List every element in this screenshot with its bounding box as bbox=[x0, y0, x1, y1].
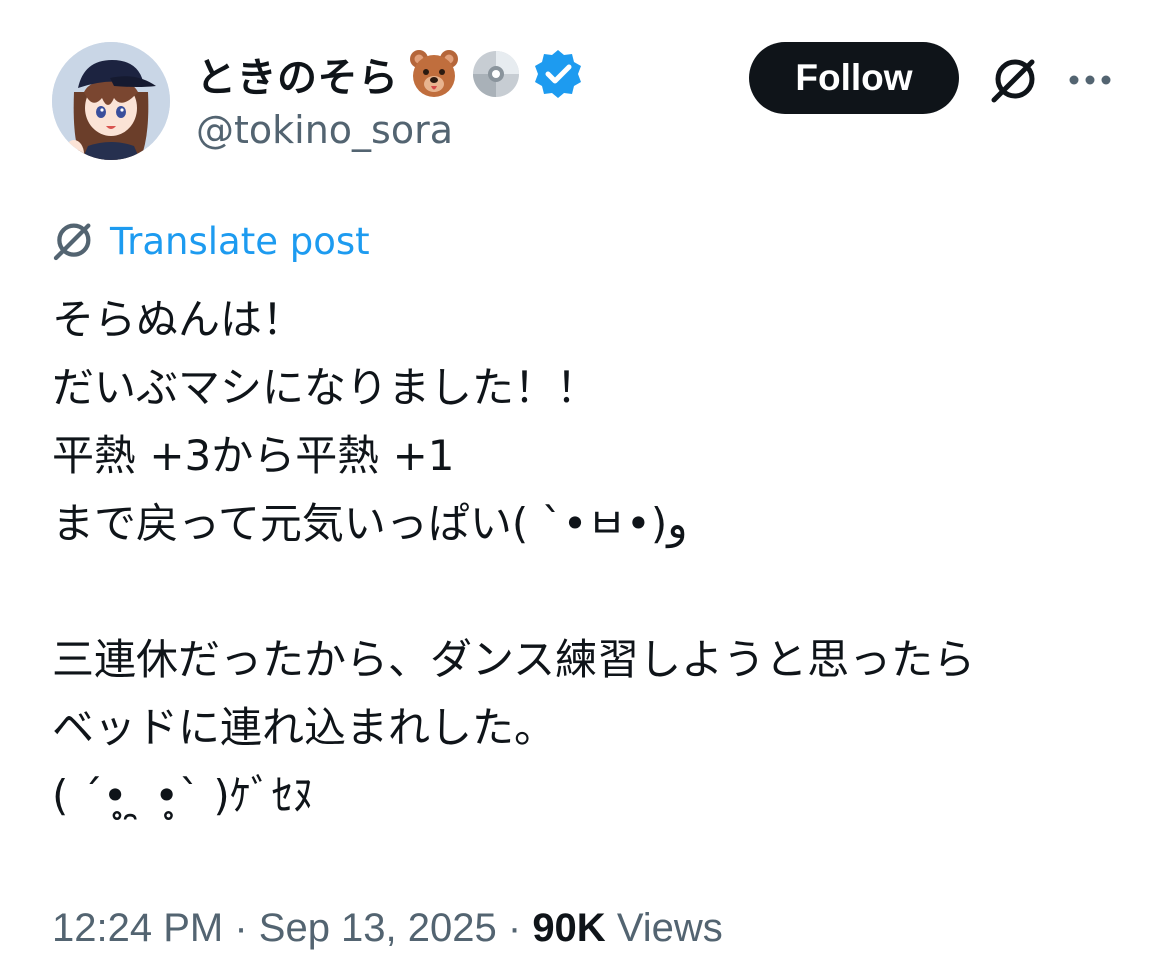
author-name-row: ときのそら bbox=[196, 44, 585, 104]
author-handle[interactable]: @tokino_sora bbox=[196, 108, 453, 152]
meta-separator: · bbox=[223, 906, 259, 950]
more-options-button[interactable] bbox=[1060, 56, 1120, 104]
post-date[interactable]: Sep 13, 2025 bbox=[259, 906, 497, 950]
post-line: ベッドに連れ込まれした。 bbox=[52, 703, 557, 752]
meta-separator: · bbox=[496, 906, 533, 950]
avatar-image bbox=[52, 42, 170, 160]
verified-badge-icon bbox=[534, 50, 581, 98]
dvd-emoji bbox=[472, 51, 519, 97]
post-line: だいぶマシになりました！！ bbox=[52, 363, 599, 412]
post-line: まで戻って元気いっぱい( ˋ•ㅂ•)و bbox=[52, 499, 688, 548]
views-label: Views bbox=[605, 906, 723, 950]
grok-icon bbox=[991, 59, 1035, 103]
post-line: 平熱 +3から平熱 +1 bbox=[52, 431, 455, 480]
post-line: ( ˊ•̥ ̯ •̥ˋ )ｹﾞｾﾇ bbox=[52, 771, 314, 820]
post-time[interactable]: 12:24 PM bbox=[52, 906, 223, 950]
bear-face-emoji bbox=[409, 50, 458, 97]
more-icon bbox=[1069, 75, 1111, 85]
post-line: そらぬんは！ bbox=[52, 295, 305, 344]
follow-button[interactable]: Follow bbox=[749, 42, 959, 114]
post-text: そらぬんは！ だいぶマシになりました！！ 平熱 +3から平熱 +1 まで戻って元… bbox=[52, 286, 1132, 830]
grok-button[interactable] bbox=[982, 50, 1046, 110]
post-line: 三連休だったから、ダンス練習しようと思ったら bbox=[52, 635, 976, 684]
post-line-blank bbox=[52, 558, 1132, 626]
translate-post-link[interactable]: Translate post bbox=[110, 220, 370, 263]
views-count[interactable]: 90K bbox=[532, 906, 605, 950]
translate-post-row[interactable]: Translate post bbox=[50, 216, 370, 266]
post-metadata: 12:24 PM · Sep 13, 2025 · 90K Views bbox=[52, 906, 723, 951]
author-display-name[interactable]: ときのそら bbox=[196, 45, 399, 103]
avatar[interactable] bbox=[52, 42, 170, 160]
grok-icon bbox=[53, 223, 91, 261]
